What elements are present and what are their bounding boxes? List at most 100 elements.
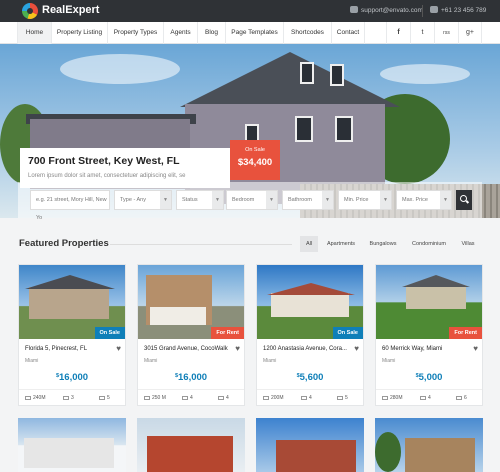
heart-icon[interactable]: ♥ bbox=[116, 344, 121, 353]
chevron-down-icon: ▼ bbox=[380, 191, 391, 209]
baths-info: 5 bbox=[99, 395, 110, 401]
filter-condominium[interactable]: Condominium bbox=[406, 236, 452, 252]
property-card[interactable]: For Rent 3015 Grand Avenue, CocoWalk ♥ M… bbox=[137, 264, 245, 406]
logo-icon[interactable] bbox=[22, 3, 38, 19]
status-badge: On Sale bbox=[332, 327, 363, 339]
heart-icon[interactable]: ♥ bbox=[473, 344, 478, 353]
property-photo[interactable]: On Sale bbox=[19, 265, 125, 339]
chevron-down-icon: ▼ bbox=[160, 191, 171, 209]
bath-icon bbox=[99, 396, 105, 400]
nav-property-listing[interactable]: Property Listing bbox=[51, 22, 107, 44]
email-info[interactable]: support@envato.com bbox=[350, 6, 423, 14]
bath-icon bbox=[456, 396, 462, 400]
card-price: $16,000 bbox=[174, 372, 208, 383]
property-photo[interactable] bbox=[256, 418, 364, 472]
hero-address[interactable]: 700 Front Street, Key West, FL bbox=[28, 155, 180, 167]
card-meta: 240M 3 5 bbox=[19, 389, 125, 406]
baths-info: 5 bbox=[337, 395, 348, 401]
phone-icon bbox=[430, 6, 438, 13]
area-icon bbox=[382, 396, 388, 400]
card-price: $5,000 bbox=[415, 372, 443, 383]
chevron-down-icon: ▼ bbox=[322, 191, 333, 209]
window bbox=[295, 116, 313, 142]
card-title[interactable]: Florida 5, Pinecrest, FL bbox=[25, 346, 87, 352]
nav-shortcodes[interactable]: Shortcodes bbox=[283, 22, 331, 44]
nav-agents[interactable]: Agents bbox=[163, 22, 197, 44]
property-photo[interactable]: For Rent bbox=[138, 265, 244, 339]
card-city: Miami bbox=[263, 358, 277, 364]
brand-name[interactable]: RealExpert bbox=[42, 4, 99, 16]
house-picture bbox=[405, 438, 475, 472]
card-meta: 200M 4 5 bbox=[257, 389, 363, 406]
filter-apartments[interactable]: Apartments bbox=[322, 236, 360, 252]
card-city: Miami bbox=[144, 358, 158, 364]
nav-contact[interactable]: Contact bbox=[331, 22, 365, 44]
card-title[interactable]: 60 Merrick Way, Miami bbox=[382, 346, 442, 352]
filter-bungalows[interactable]: Bungalows bbox=[364, 236, 402, 252]
hero-status: On Sale bbox=[245, 147, 265, 153]
property-card[interactable]: On Sale 1200 Anastasia Avenue, Cora... ♥… bbox=[256, 264, 364, 406]
tree bbox=[375, 432, 401, 472]
area-icon bbox=[144, 396, 150, 400]
property-photo[interactable]: For Rent bbox=[376, 265, 482, 339]
bedroom-select[interactable]: Bedroom ▼ bbox=[226, 190, 278, 210]
property-photo[interactable]: On Sale bbox=[257, 265, 363, 339]
property-photo[interactable] bbox=[375, 418, 483, 472]
type-select[interactable]: Type - Any ▼ bbox=[114, 190, 172, 210]
facebook-icon[interactable]: f bbox=[386, 22, 410, 44]
bathroom-select[interactable]: Bathroom ▼ bbox=[282, 190, 334, 210]
nav-page-templates[interactable]: Page Templates bbox=[225, 22, 283, 44]
filter-villas[interactable]: Villas bbox=[456, 236, 480, 252]
google-plus-icon[interactable]: g+ bbox=[458, 22, 482, 44]
property-card[interactable]: For Rent 60 Merrick Way, Miami ♥ Miami $… bbox=[375, 264, 483, 406]
house-roof bbox=[180, 52, 400, 107]
rss-icon[interactable]: rss bbox=[434, 22, 458, 44]
filter-all[interactable]: All bbox=[300, 236, 318, 252]
chevron-down-icon: ▼ bbox=[212, 191, 223, 209]
card-title[interactable]: 1200 Anastasia Avenue, Cora... bbox=[263, 346, 347, 352]
baths-info: 6 bbox=[456, 395, 467, 401]
top-bar: RealExpert support@envato.com +61 23 456… bbox=[0, 0, 500, 22]
status-badge: On Sale bbox=[94, 327, 125, 339]
search-button[interactable] bbox=[456, 190, 472, 210]
card-price: $5,600 bbox=[296, 372, 324, 383]
twitter-icon[interactable]: t bbox=[410, 22, 434, 44]
baths-info: 4 bbox=[218, 395, 229, 401]
envelope-icon bbox=[350, 6, 358, 13]
bath-icon bbox=[337, 396, 343, 400]
beds-info: 4 bbox=[420, 395, 431, 401]
min-price-select[interactable]: Min. Price ▼ bbox=[338, 190, 392, 210]
status-select[interactable]: Status ▼ bbox=[176, 190, 224, 210]
house-roof bbox=[25, 275, 115, 289]
nav-home[interactable]: Home bbox=[17, 22, 51, 44]
heart-icon[interactable]: ♥ bbox=[235, 344, 240, 353]
nav-property-types[interactable]: Property Types bbox=[107, 22, 163, 44]
card-city: Miami bbox=[382, 358, 396, 364]
nav-blog[interactable]: Blog bbox=[197, 22, 225, 44]
area-info: 200M bbox=[263, 395, 284, 401]
beds-info: 4 bbox=[182, 395, 193, 401]
house-picture bbox=[276, 440, 356, 472]
window bbox=[335, 116, 353, 142]
property-card[interactable]: On Sale Florida 5, Pinecrest, FL ♥ Miami… bbox=[18, 264, 126, 406]
house-picture bbox=[29, 287, 109, 319]
garage-door bbox=[150, 307, 206, 325]
house-picture bbox=[24, 438, 114, 468]
bed-icon bbox=[63, 396, 69, 400]
area-info: 250 M bbox=[144, 395, 166, 401]
chevron-down-icon: ▼ bbox=[266, 191, 277, 209]
house-picture bbox=[147, 436, 233, 472]
property-photo[interactable] bbox=[18, 418, 126, 472]
bed-icon bbox=[420, 396, 426, 400]
main-nav: Home Property Listing Property Types Age… bbox=[0, 22, 500, 44]
house-roof bbox=[267, 283, 355, 295]
featured-title: Featured Properties bbox=[19, 238, 109, 249]
area-info: 280M bbox=[382, 395, 403, 401]
area-icon bbox=[263, 396, 269, 400]
heart-icon[interactable]: ♥ bbox=[354, 344, 359, 353]
keyword-input[interactable]: e.g. 21 street, Mory Hill, New Yo bbox=[30, 190, 110, 221]
card-title[interactable]: 3015 Grand Avenue, CocoWalk bbox=[144, 346, 228, 352]
max-price-select[interactable]: Max. Price ▼ bbox=[396, 190, 452, 210]
property-photo[interactable] bbox=[137, 418, 245, 472]
house-roof bbox=[402, 275, 470, 287]
